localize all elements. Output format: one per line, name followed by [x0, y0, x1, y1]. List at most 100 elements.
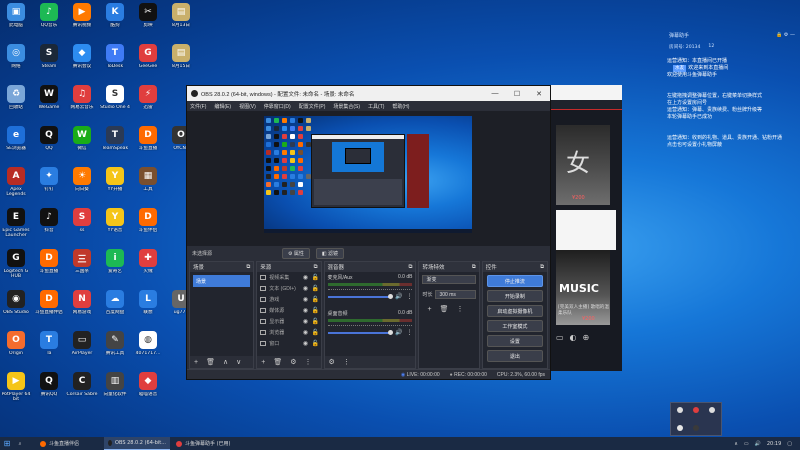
- desktop-icon[interactable]: ♪ QQ音乐: [33, 0, 65, 40]
- volume-slider[interactable]: [327, 293, 393, 299]
- lock-icon[interactable]: 🔓: [312, 307, 319, 314]
- minimize-button[interactable]: —: [484, 90, 506, 97]
- tray-app-icon[interactable]: [709, 407, 715, 413]
- filters-button[interactable]: ◧ 滤镜: [315, 247, 345, 259]
- undock-icon[interactable]: ⧉: [409, 264, 413, 271]
- desktop-icon[interactable]: W WeGame: [33, 82, 65, 122]
- speaker-icon[interactable]: 🔊: [395, 329, 402, 336]
- add-icon[interactable]: +: [194, 359, 198, 366]
- stop-streaming-button[interactable]: 停止推流: [486, 275, 544, 287]
- desktop-icon[interactable]: ✚ 火绒: [132, 246, 164, 286]
- tray-popup[interactable]: [670, 402, 722, 436]
- lock-icon[interactable]: 🔓: [312, 274, 319, 281]
- lock-icon[interactable]: 🔓: [312, 329, 319, 336]
- volume-icon[interactable]: 🔊: [755, 441, 761, 447]
- desktop-icon[interactable]: i 爱奇艺: [99, 246, 131, 286]
- desktop-icon[interactable]: ▦ 工具: [132, 164, 164, 204]
- menu-item[interactable]: 配置文件(P): [299, 103, 326, 110]
- desktop-icon[interactable]: ✂ 剪映: [132, 0, 164, 40]
- desktop-icon[interactable]: T ToDesk: [99, 41, 131, 81]
- windows-start-icon[interactable]: ⊞: [0, 439, 14, 448]
- menu-item[interactable]: 视图(V): [239, 103, 256, 110]
- undock-icon[interactable]: ⧉: [314, 264, 318, 271]
- desktop-icon[interactable]: Q QQ: [33, 123, 65, 163]
- scene-item[interactable]: 场景: [193, 275, 251, 287]
- volume-slider[interactable]: [327, 329, 393, 335]
- desktop-icon[interactable]: ⚡ 迅雷: [132, 82, 164, 122]
- desktop-icon[interactable]: ♫ 网易云音乐: [66, 82, 98, 122]
- source-item[interactable]: 窗口 ◉ 🔓: [257, 338, 320, 349]
- desktop-icon[interactable]: A Apex Legends: [0, 164, 32, 204]
- taskbar-task[interactable]: OBS 28.0.2 (64-bit...: [104, 437, 170, 450]
- delete-icon[interactable]: 🗑: [440, 305, 449, 313]
- chat-controls[interactable]: 🔒 ⚙ —: [776, 32, 795, 39]
- desktop-icon[interactable]: Sss: [66, 205, 98, 245]
- lock-icon[interactable]: 🔓: [312, 296, 319, 303]
- properties-button[interactable]: ⚙ 属性: [282, 247, 310, 259]
- studio-mode-button[interactable]: 工作室模式: [486, 320, 544, 332]
- desktop-icon[interactable]: W 微信: [66, 123, 98, 163]
- tray-app-icon[interactable]: [693, 407, 699, 413]
- desktop-icon[interactable]: ▤ 8月15日: [165, 41, 197, 81]
- desktop-icon[interactable]: e SE浏览器: [0, 123, 32, 163]
- desktop-icon[interactable]: S Studio One 4: [99, 82, 131, 122]
- desktop-icon[interactable]: ◉ OBS Studio: [0, 287, 32, 327]
- network-icon[interactable]: ▭: [744, 441, 749, 447]
- transition-select[interactable]: 渐变: [422, 275, 476, 284]
- duration-input[interactable]: 300 ms: [435, 290, 476, 299]
- desktop-icon[interactable]: D 斗鱼直播: [132, 123, 164, 163]
- lock-icon[interactable]: 🔓: [312, 285, 319, 292]
- maximize-button[interactable]: ☐: [506, 90, 528, 98]
- eye-icon[interactable]: ◉: [303, 329, 309, 336]
- tray-app-icon[interactable]: [677, 407, 683, 413]
- desktop-icon[interactable]: ☀ 向日葵: [66, 164, 98, 204]
- danmaku-panel[interactable]: 弹幕助手 🔒 ⚙ — 房间号: 20134 12 运营通知：本直播间已开播 水友欢…: [664, 32, 800, 272]
- lock-icon[interactable]: 🔓: [312, 318, 319, 325]
- desktop-icon[interactable]: G Logitech G HUB: [0, 246, 32, 286]
- desktop-icon[interactable]: ▤ 8月13日: [165, 0, 197, 40]
- settings-button[interactable]: 设置: [486, 335, 544, 347]
- desktop-icon[interactable]: Y YY语音: [99, 205, 131, 245]
- preview-canvas[interactable]: [187, 111, 550, 246]
- start-recording-button[interactable]: 开始录制: [486, 290, 544, 302]
- desktop-icon[interactable]: ▶ 腾讯视频: [66, 0, 98, 40]
- add-icon[interactable]: +: [261, 359, 265, 366]
- move-up-icon[interactable]: ∧: [223, 358, 228, 366]
- virtual-camera-button[interactable]: 启动虚拟摄像机: [486, 305, 544, 317]
- desktop-icon[interactable]: ▥ 向量化软件: [99, 369, 131, 409]
- desktop-icon[interactable]: S Steam: [33, 41, 65, 81]
- desktop-icon[interactable]: T Ta: [33, 328, 65, 368]
- desktop-icon[interactable]: ▭ AirPlayer: [66, 328, 98, 368]
- source-item[interactable]: 游戏 ◉ 🔓: [257, 294, 320, 305]
- source-item[interactable]: 显示器 ◉ 🔓: [257, 316, 320, 327]
- chevron-up-icon[interactable]: ∧: [734, 441, 738, 447]
- move-down-icon[interactable]: ∨: [236, 358, 241, 366]
- desktop-icon[interactable]: ▣ 此电脑: [0, 0, 32, 40]
- more-icon[interactable]: ⋮: [406, 293, 412, 300]
- desktop-icon[interactable]: Q 腾讯QQ: [33, 369, 65, 409]
- desktop-icon[interactable]: C Corsair Sabre: [66, 369, 98, 409]
- undock-icon[interactable]: ⧉: [246, 264, 250, 271]
- search-icon[interactable]: ⌕: [14, 441, 26, 447]
- slider-knob[interactable]: [387, 329, 393, 335]
- douyu-toolbar-icons[interactable]: ▭◐⊕: [556, 333, 595, 342]
- menu-item[interactable]: 帮助(H): [392, 103, 409, 110]
- desktop-icon[interactable]: ♻ 回收站: [0, 82, 32, 122]
- menu-item[interactable]: 场景集合(S): [333, 103, 360, 110]
- tray-app-icon[interactable]: [693, 425, 699, 431]
- desktop-icon[interactable]: ◍ 4071717...: [132, 328, 164, 368]
- gear-icon[interactable]: ⚙: [290, 358, 296, 366]
- eye-icon[interactable]: ◉: [303, 318, 309, 325]
- douyu-live-card[interactable]: MUSIC [完美双人主播] 歌唱的温柔乐队 ¥200: [556, 250, 610, 325]
- desktop-icon[interactable]: Y YY开播: [99, 164, 131, 204]
- desktop-icon[interactable]: 三三国杀: [66, 246, 98, 286]
- close-button[interactable]: ✕: [528, 90, 550, 98]
- more-icon[interactable]: ⋮: [343, 358, 350, 366]
- gear-icon[interactable]: ⚙: [329, 358, 335, 366]
- desktop-icon[interactable]: ♪ 抖音: [33, 205, 65, 245]
- source-item[interactable]: 媒体源 ◉ 🔓: [257, 305, 320, 316]
- more-icon[interactable]: ⋮: [305, 358, 312, 366]
- source-item[interactable]: 浏览器 ◉ 🔓: [257, 327, 320, 338]
- delete-icon[interactable]: 🗑: [206, 358, 215, 366]
- eye-icon[interactable]: ◉: [303, 307, 309, 314]
